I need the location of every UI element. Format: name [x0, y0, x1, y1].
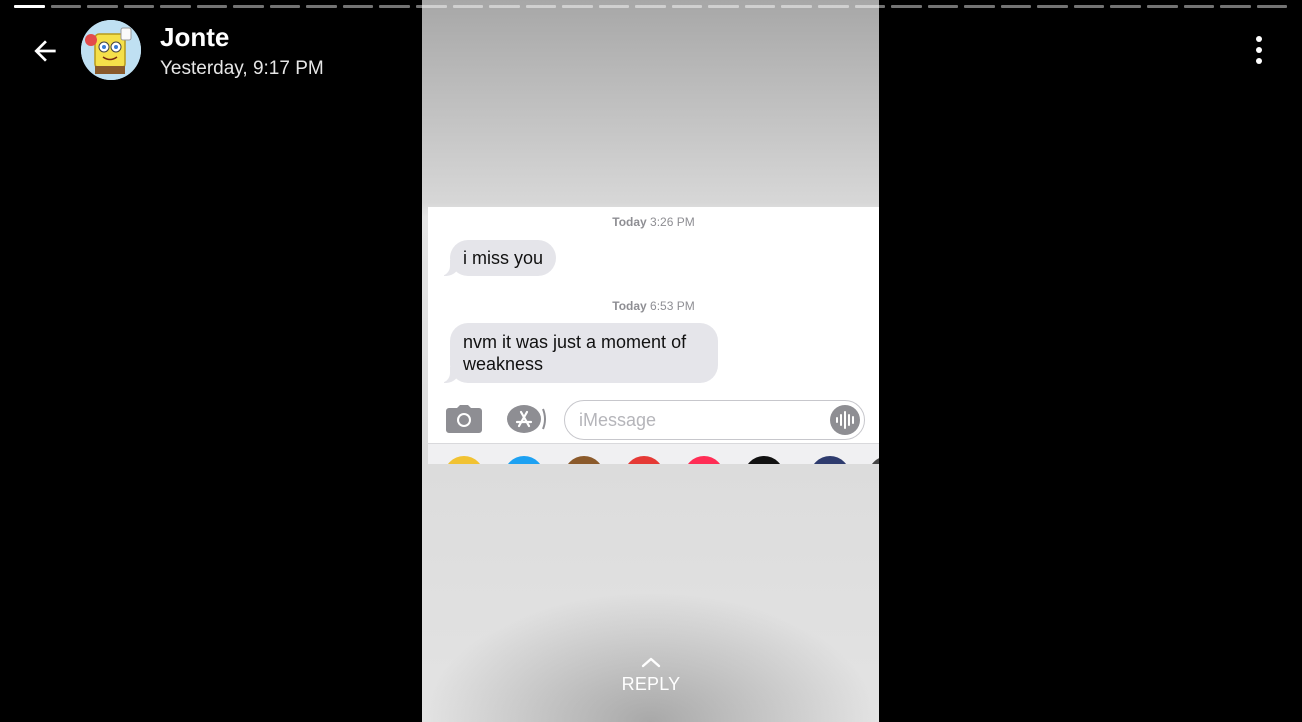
progress-segment: [379, 5, 411, 8]
progress-segment: [598, 5, 630, 8]
story-image[interactable]: Today 3:26 PM i miss you Today 6:53 PM n…: [422, 0, 879, 722]
chevron-up-icon: [641, 657, 661, 668]
message-timestamp: Today 6:53 PM: [612, 299, 695, 313]
app-store-icon: [507, 405, 546, 433]
story-author-name[interactable]: Jonte: [160, 22, 229, 53]
progress-segment: [1220, 5, 1251, 8]
progress-segment: [416, 5, 447, 8]
progress-segment: [50, 5, 82, 8]
message-timestamp: Today 3:26 PM: [612, 215, 695, 229]
app-tray-icon: [624, 456, 664, 464]
more-options-button[interactable]: [1248, 34, 1270, 66]
app-tray-icon: [504, 456, 544, 464]
progress-segment: [1037, 5, 1068, 8]
message-screenshot: Today 3:26 PM i miss you Today 6:53 PM n…: [428, 207, 879, 464]
story-timestamp: Yesterday, 9:17 PM: [160, 58, 324, 79]
cartoon-sponge-avatar: [81, 20, 141, 80]
message-bubble: nvm it was just a moment of weakness: [440, 323, 718, 383]
progress-segment: [854, 5, 886, 8]
camera-icon: [446, 405, 482, 433]
progress-segment: [123, 5, 155, 8]
app-tray-icon: [868, 456, 879, 464]
message-bubble: i miss you: [439, 240, 557, 276]
progress-segment: [452, 5, 484, 8]
progress-segment: [489, 5, 520, 8]
progress-segment: [891, 5, 922, 8]
app-tray-icon: [444, 456, 484, 464]
progress-segment: [635, 5, 666, 8]
reply-label: REPLY: [621, 674, 681, 694]
app-tray-icon: [684, 456, 724, 464]
story-progress-bar: [14, 5, 1288, 8]
progress-segment: [964, 5, 995, 8]
progress-segment: [160, 5, 191, 8]
app-tray-icon: [744, 456, 784, 464]
back-button[interactable]: [26, 32, 64, 70]
progress-segment: [233, 5, 264, 8]
progress-segment: [818, 5, 849, 8]
imessage-field: iMessage: [564, 400, 865, 440]
progress-segment: [87, 5, 118, 8]
arrow-left-icon: [34, 40, 56, 62]
progress-segment: [744, 5, 776, 8]
app-tray: [428, 443, 879, 464]
progress-segment: [269, 5, 301, 8]
avatar[interactable]: [81, 20, 141, 80]
progress-segment: [1000, 5, 1032, 8]
reply-button[interactable]: REPLY: [600, 655, 702, 695]
progress-segment: [525, 5, 557, 8]
progress-segment: [671, 5, 703, 8]
progress-segment: [1256, 5, 1288, 8]
progress-segment: [1110, 5, 1141, 8]
progress-segment: [927, 5, 959, 8]
progress-segment: [306, 5, 337, 8]
audio-waveform-icon: [830, 405, 860, 435]
progress-segment: [562, 5, 593, 8]
progress-segment: [342, 5, 374, 8]
app-tray-icon: [564, 456, 604, 464]
progress-segment: [708, 5, 739, 8]
more-vert-icon: [1256, 36, 1262, 42]
progress-segment: [781, 5, 813, 8]
progress-segment: [14, 5, 45, 8]
progress-segment: [1073, 5, 1105, 8]
app-tray-icon: [810, 456, 850, 464]
progress-segment: [196, 5, 228, 8]
progress-segment: [1183, 5, 1215, 8]
progress-segment: [1146, 5, 1178, 8]
